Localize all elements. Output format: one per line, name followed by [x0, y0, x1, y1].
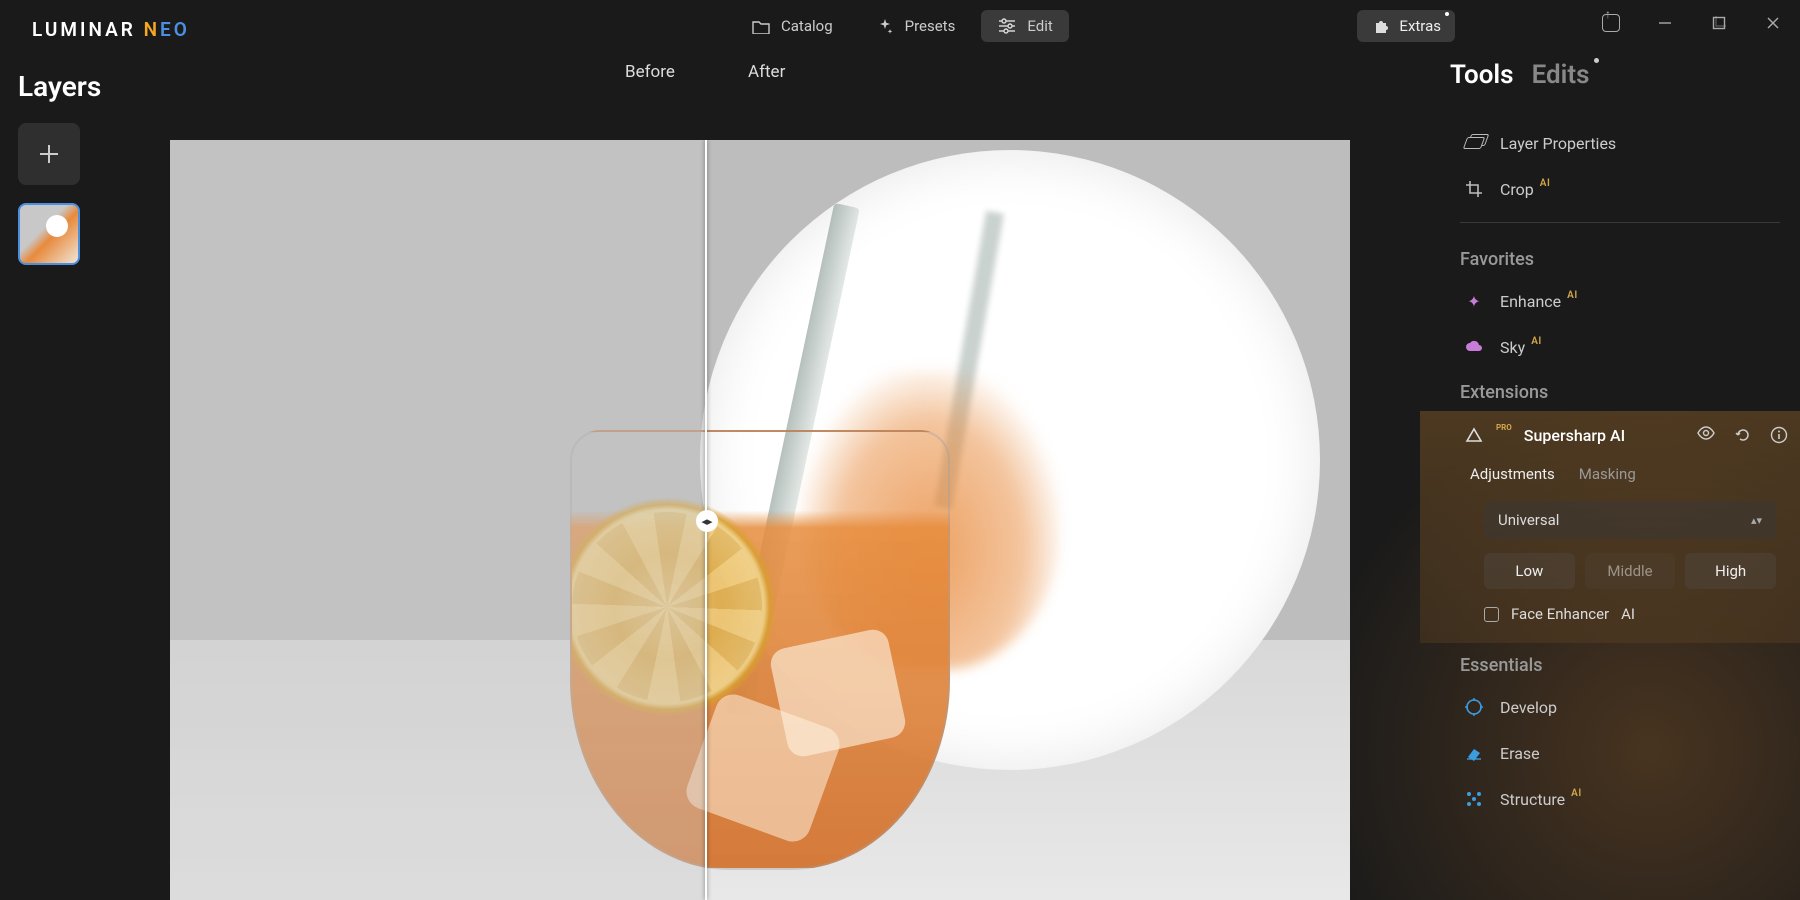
develop-label: Develop — [1500, 698, 1557, 717]
tab-tools[interactable]: Tools — [1450, 60, 1514, 90]
strength-high[interactable]: High — [1685, 553, 1776, 589]
ai-badge: AI — [1567, 290, 1578, 301]
catalog-button[interactable]: Catalog — [735, 10, 849, 42]
plus-icon — [37, 142, 61, 166]
tool-crop[interactable]: Crop AI — [1464, 166, 1780, 212]
edit-label: Edit — [1027, 17, 1052, 35]
ai-badge: AI — [1621, 605, 1635, 623]
layer-thumbnail-0[interactable] — [18, 203, 80, 265]
extensions-section-label: Extensions — [1460, 370, 1780, 411]
enhance-icon: ✦ — [1464, 291, 1484, 311]
image-canvas[interactable]: ◂▸ — [170, 140, 1350, 900]
ai-badge: AI — [1571, 788, 1582, 799]
tool-enhance[interactable]: ✦ Enhance AI — [1464, 278, 1780, 324]
sky-label: Sky — [1500, 338, 1525, 357]
eye-icon — [1696, 426, 1716, 440]
essentials-section-label: Essentials — [1460, 643, 1780, 684]
layers-icon — [1464, 133, 1484, 153]
structure-icon — [1464, 789, 1484, 809]
edit-button[interactable]: Edit — [981, 10, 1068, 42]
tool-develop[interactable]: Develop — [1464, 684, 1780, 730]
supersharp-title: Supersharp AI — [1524, 426, 1625, 445]
layers-title: Layers — [18, 70, 138, 103]
enhance-label: Enhance — [1500, 292, 1561, 311]
erase-label: Erase — [1500, 744, 1540, 763]
face-enhancer-label: Face Enhancer — [1511, 605, 1609, 623]
subtab-adjustments[interactable]: Adjustments — [1470, 465, 1555, 483]
tool-sky[interactable]: Sky AI — [1464, 324, 1780, 370]
compare-handle[interactable]: ◂▸ — [696, 510, 718, 532]
mode-value: Universal — [1498, 511, 1559, 529]
presets-label: Presets — [905, 17, 956, 35]
strength-middle[interactable]: Middle — [1585, 553, 1676, 589]
info-button[interactable] — [1770, 426, 1788, 444]
develop-icon — [1464, 697, 1484, 717]
structure-label: Structure — [1500, 790, 1565, 809]
folder-icon — [751, 16, 771, 36]
subtab-masking[interactable]: Masking — [1579, 465, 1636, 483]
strength-low[interactable]: Low — [1484, 553, 1575, 589]
layer-properties-label: Layer Properties — [1500, 134, 1616, 153]
updown-icon: ▴▾ — [1751, 514, 1762, 527]
add-layer-button[interactable] — [18, 123, 80, 185]
app-logo: LUMINAR NEO — [32, 18, 190, 41]
tool-erase[interactable]: Erase — [1464, 730, 1780, 776]
edits-dot — [1594, 58, 1599, 63]
ai-badge: AI — [1540, 178, 1551, 189]
ai-badge: AI — [1531, 336, 1542, 347]
supersharp-mode-select[interactable]: Universal ▴▾ — [1484, 501, 1776, 539]
sparkle-icon — [875, 16, 895, 36]
tool-layer-properties[interactable]: Layer Properties — [1464, 120, 1780, 166]
before-label: Before — [625, 62, 675, 82]
favorites-section-label: Favorites — [1460, 237, 1780, 278]
sliders-icon — [997, 16, 1017, 36]
erase-icon — [1464, 743, 1484, 763]
checkbox-icon — [1484, 607, 1499, 622]
presets-button[interactable]: Presets — [859, 10, 972, 42]
pro-badge: PRO — [1496, 423, 1512, 432]
info-icon — [1770, 426, 1788, 444]
face-enhancer-toggle[interactable]: Face Enhancer AI — [1484, 605, 1776, 623]
crop-icon — [1464, 179, 1484, 199]
catalog-label: Catalog — [781, 17, 833, 35]
after-label: After — [748, 62, 785, 82]
supersharp-panel: PRO Supersharp AI Adjustments Masking — [1420, 411, 1800, 643]
visibility-toggle[interactable] — [1696, 426, 1716, 444]
puzzle-icon — [1371, 16, 1391, 36]
cloud-icon — [1464, 337, 1484, 357]
crop-label: Crop — [1500, 180, 1534, 199]
undo-icon — [1734, 426, 1752, 444]
reset-button[interactable] — [1734, 426, 1752, 444]
tab-edits[interactable]: Edits — [1532, 60, 1590, 90]
supersharp-icon — [1464, 425, 1484, 445]
tool-structure[interactable]: Structure AI — [1464, 776, 1780, 822]
